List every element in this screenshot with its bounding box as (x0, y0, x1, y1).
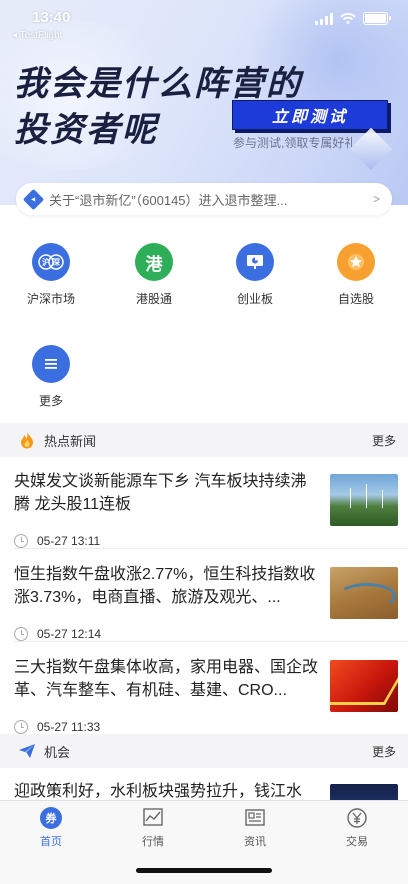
tab-label: 首页 (40, 836, 62, 848)
tab-label: 资讯 (244, 836, 266, 848)
grid-label: 港股通 (135, 292, 172, 306)
news-item[interactable]: 央媒发文谈新能源车下乡 汽车板块持续沸腾 龙头股11连板 05-27 13:11 (0, 470, 408, 563)
start-test-button[interactable]: 立即测试 (232, 100, 388, 130)
banner-headline-line2: 投资者呢 (14, 111, 158, 149)
grid-item-more[interactable]: 更多 (11, 345, 91, 409)
news-thumbnail (330, 660, 398, 712)
banner-subtitle: 参与测试,领取专属好礼 (233, 136, 357, 150)
announcement-bar[interactable]: ◂ 关于“退市新亿”（600145）进入退市整理... > (16, 183, 392, 215)
section-hot-news: 热点新闻 更多 (0, 423, 408, 457)
battery-icon (363, 12, 391, 25)
divider (14, 548, 408, 549)
news-item[interactable]: 恒生指数午盘收涨2.77%，恒生科技指数收涨3.73%，电商直播、旅游及观光、.… (0, 563, 408, 656)
news-thumbnail (330, 784, 398, 800)
grid-item-hushen-market[interactable]: 沪深 沪深市场 (11, 243, 91, 307)
status-time: 13:40 (32, 9, 71, 26)
trade-yuan-icon (346, 807, 368, 829)
clock-icon (14, 720, 28, 734)
star-icon (337, 243, 375, 281)
news-time: 05-27 11:33 (14, 720, 100, 734)
news-title: 三大指数午盘集体收高，家用电器、国企改革、汽车整车、有机硅、基建、CRO... (14, 659, 319, 699)
tab-label: 交易 (346, 836, 368, 848)
svg-text:深: 深 (52, 257, 60, 267)
menu-icon (32, 345, 70, 383)
grid-label: 创业板 (236, 292, 273, 306)
tab-home[interactable]: 券 首页 (21, 807, 81, 849)
grid-item-growth-board[interactable]: 创业板 (215, 243, 295, 307)
news-time: 05-27 12:14 (14, 627, 101, 641)
svg-text:沪: 沪 (42, 257, 50, 267)
home-indicator (136, 868, 272, 873)
wifi-icon (340, 12, 356, 24)
paper-plane-icon (18, 742, 36, 760)
news-thumbnail (330, 567, 398, 619)
tab-news[interactable]: 资讯 (225, 807, 285, 849)
status-icons (315, 12, 391, 25)
more-link[interactable]: 更多 (372, 743, 396, 760)
growth-board-icon (236, 243, 274, 281)
tab-label: 行情 (142, 836, 164, 848)
grid-item-watchlist[interactable]: 自选股 (316, 243, 396, 307)
announcement-icon: ◂ (22, 188, 45, 210)
section-title: 热点新闻 (44, 433, 97, 449)
more-link[interactable]: 更多 (372, 432, 396, 449)
tab-trade[interactable]: 交易 (327, 807, 387, 849)
news-title: 央媒发文谈新能源车下乡 汽车板块持续沸腾 龙头股11连板 (14, 473, 307, 513)
grid-label: 沪深市场 (26, 292, 75, 306)
news-icon (244, 807, 266, 829)
grid-label: 自选股 (337, 292, 374, 306)
news-title: 恒生指数午盘收涨2.77%，恒生科技指数收涨3.73%，电商直播、旅游及观光、.… (14, 566, 316, 606)
section-opportunity: 机会 更多 (0, 734, 408, 768)
news-title: 迎政策利好，水利板块强势拉升，钱江水 (14, 783, 303, 800)
shanghai-shenzhen-icon: 沪深 (32, 243, 70, 281)
news-time: 05-27 13:11 (14, 534, 100, 548)
tab-market[interactable]: 行情 (123, 807, 183, 849)
grid-item-hk-connect[interactable]: 港 港股通 (114, 243, 194, 307)
promo-banner[interactable]: 13:40 ◂ TestFlight 我会是什么阵营的 投资者呢 立即测试 参与… (0, 0, 408, 205)
chevron-right-icon: > (372, 192, 380, 206)
clock-icon (14, 627, 28, 641)
market-chart-icon (142, 807, 164, 829)
back-to-testflight[interactable]: ◂ TestFlight (12, 30, 62, 41)
news-thumbnail (330, 474, 398, 526)
flame-icon (18, 431, 36, 449)
section-title: 机会 (44, 744, 71, 760)
announcement-text: 关于“退市新亿”（600145）进入退市整理... (49, 192, 288, 208)
home-icon: 券 (40, 807, 62, 829)
banner-headline-line1: 我会是什么阵营的 (14, 65, 302, 103)
divider (14, 641, 408, 642)
grid-label: 更多 (38, 394, 63, 408)
signal-icon (315, 12, 333, 25)
news-item[interactable]: 迎政策利好，水利板块强势拉升，钱江水 (0, 780, 408, 800)
clock-icon (14, 534, 28, 548)
hk-icon: 港 (135, 243, 173, 281)
